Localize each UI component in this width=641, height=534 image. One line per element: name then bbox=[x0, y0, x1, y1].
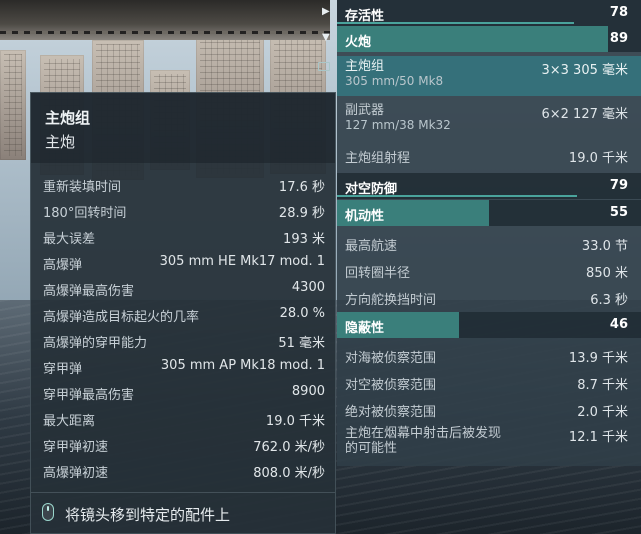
section-label: 机动性 bbox=[345, 209, 385, 224]
row-value: 4300 bbox=[291, 280, 325, 295]
row-value: 12.1 千米 bbox=[568, 430, 628, 445]
row-value: 2.0 千米 bbox=[577, 405, 628, 420]
row-label: 回转圈半径 bbox=[345, 266, 411, 281]
section-aa-defense[interactable]: 对空防御 79 bbox=[337, 173, 641, 199]
chevron-down-icon[interactable]: ▼ bbox=[322, 32, 330, 43]
row-label: 高爆弹初速 bbox=[43, 466, 109, 481]
row-label: 180°回转时间 bbox=[43, 206, 127, 221]
section-value: 55 bbox=[609, 205, 628, 220]
row-value: 193 米 bbox=[283, 232, 325, 247]
row-label: 高爆弹的穿甲能力 bbox=[43, 336, 148, 351]
tooltip-row-traverse: 180°回转时间 28.9 秒 bbox=[43, 197, 325, 223]
tooltip-row-he-velocity: 高爆弹初速 808.0 米/秒 bbox=[43, 457, 325, 483]
section-maneuverability[interactable]: 机动性 55 bbox=[337, 200, 641, 226]
row-value: 6.3 秒 bbox=[590, 293, 628, 308]
row-value: 305 mm AP Mk18 mod. 1 bbox=[160, 358, 325, 373]
sea-detection-row: 对海被侦察范围 13.9 千米 bbox=[337, 342, 641, 368]
row-label: 穿甲弹初速 bbox=[43, 440, 109, 455]
row-value: 19.0 千米 bbox=[568, 151, 628, 166]
turning-circle-row: 回转圈半径 850 米 bbox=[337, 257, 641, 283]
row-value: 51 毫米 bbox=[278, 336, 325, 351]
row-label: 穿甲弹 bbox=[43, 362, 83, 377]
row-label: 绝对被侦察范围 bbox=[345, 405, 437, 420]
row-label: 最大误差 bbox=[43, 232, 96, 247]
row-label: 最大距离 bbox=[43, 414, 96, 429]
building bbox=[0, 50, 26, 160]
section-concealment[interactable]: 隐蔽性 46 bbox=[337, 312, 641, 338]
row-value: 28.0 % bbox=[279, 306, 325, 321]
row-label: 主炮组射程 bbox=[345, 151, 411, 166]
row-value: 13.9 千米 bbox=[568, 351, 628, 366]
row-label: 主炮在烟幕中射击后被发现 的可能性 bbox=[345, 426, 502, 456]
tooltip-row-he-shell: 高爆弹 305 mm HE Mk17 mod. 1 bbox=[43, 249, 325, 275]
section-value: 78 bbox=[609, 5, 628, 20]
tooltip-row-reload: 重新装填时间 17.6 秒 bbox=[43, 171, 325, 197]
tooltip-row-he-penetration: 高爆弹的穿甲能力 51 毫米 bbox=[43, 327, 325, 353]
secondary-label: 副武器 127 mm/38 Mk32 bbox=[345, 103, 451, 132]
secondary-battery-row[interactable]: 副武器 127 mm/38 Mk32 6×2 127 毫米 bbox=[337, 100, 641, 140]
row-label: 高爆弹造成目标起火的几率 bbox=[43, 310, 200, 325]
tooltip-footer: 将镜头移到特定的配件上 bbox=[31, 492, 335, 533]
row-value: 28.9 秒 bbox=[278, 206, 325, 221]
section-survivability[interactable]: 存活性 78 bbox=[337, 0, 641, 26]
section-label: 存活性 bbox=[345, 9, 385, 24]
tooltip-row-fire-chance: 高爆弹造成目标起火的几率 28.0 % bbox=[43, 301, 325, 327]
section-label: 对空防御 bbox=[345, 182, 398, 197]
row-label: 对空被侦察范围 bbox=[345, 378, 437, 393]
row-value: 33.0 节 bbox=[581, 239, 628, 254]
row-label: 重新装填时间 bbox=[43, 180, 122, 195]
main-battery-range-row: 主炮组射程 19.0 千米 bbox=[337, 142, 641, 168]
row-value: 850 米 bbox=[586, 266, 628, 281]
tooltip-subtitle: 主炮 bbox=[45, 133, 76, 151]
section-artillery[interactable]: 火炮 89 bbox=[337, 26, 641, 52]
camera-icon[interactable] bbox=[318, 62, 330, 71]
section-value: 46 bbox=[609, 317, 628, 332]
main-battery-row[interactable]: 主炮组 305 mm/50 Mk8 3×3 305 毫米 bbox=[337, 56, 641, 96]
row-label: 高爆弹最高伤害 bbox=[43, 284, 135, 299]
tooltip-row-ap-damage: 穿甲弹最高伤害 8900 bbox=[43, 379, 325, 405]
module-tooltip: 主炮组 主炮 重新装填时间 17.6 秒 180°回转时间 28.9 秒 最大误… bbox=[30, 92, 336, 534]
smoke-firing-detection-row: 主炮在烟幕中射击后被发现 的可能性 12.1 千米 bbox=[337, 423, 641, 463]
tooltip-row-he-damage: 高爆弹最高伤害 4300 bbox=[43, 275, 325, 301]
tooltip-header: 主炮组 主炮 bbox=[31, 93, 335, 163]
mouse-icon bbox=[42, 503, 54, 521]
main-battery-label: 主炮组 305 mm/50 Mk8 bbox=[345, 59, 444, 88]
row-label: 方向舵换挡时间 bbox=[345, 293, 437, 308]
absolute-detection-row: 绝对被侦察范围 2.0 千米 bbox=[337, 396, 641, 422]
main-battery-value: 3×3 305 毫米 bbox=[541, 63, 628, 78]
row-value: 305 mm HE Mk17 mod. 1 bbox=[159, 254, 325, 269]
tooltip-title: 主炮组 bbox=[45, 109, 91, 127]
air-detection-row: 对空被侦察范围 8.7 千米 bbox=[337, 369, 641, 395]
row-label: 对海被侦察范围 bbox=[345, 351, 437, 366]
row-value: 808.0 米/秒 bbox=[253, 466, 325, 481]
bridge bbox=[0, 0, 330, 40]
secondary-value: 6×2 127 毫米 bbox=[541, 107, 628, 122]
rudder-shift-row: 方向舵换挡时间 6.3 秒 bbox=[337, 284, 641, 310]
row-value: 762.0 米/秒 bbox=[253, 440, 325, 455]
section-value: 79 bbox=[609, 178, 628, 193]
footer-hint: 将镜头移到特定的配件上 bbox=[65, 506, 231, 524]
tooltip-row-ap-velocity: 穿甲弹初速 762.0 米/秒 bbox=[43, 431, 325, 457]
tooltip-row-ap-shell: 穿甲弹 305 mm AP Mk18 mod. 1 bbox=[43, 353, 325, 379]
section-value: 89 bbox=[609, 31, 628, 46]
row-value: 8900 bbox=[291, 384, 325, 399]
artillery-bar bbox=[337, 26, 608, 52]
section-label: 隐蔽性 bbox=[345, 321, 385, 336]
row-value: 19.0 千米 bbox=[265, 414, 325, 429]
max-speed-row: 最高航速 33.0 节 bbox=[337, 230, 641, 256]
row-label: 最高航速 bbox=[345, 239, 398, 254]
tooltip-row-dispersion: 最大误差 193 米 bbox=[43, 223, 325, 249]
row-label: 高爆弹 bbox=[43, 258, 83, 273]
tooltip-row-max-range: 最大距离 19.0 千米 bbox=[43, 405, 325, 431]
ship-stats-panel: 存活性 78 火炮 89 主炮组 305 mm/50 Mk8 3×3 305 毫… bbox=[337, 0, 641, 466]
row-label: 穿甲弹最高伤害 bbox=[43, 388, 135, 403]
row-value: 17.6 秒 bbox=[278, 180, 325, 195]
chevron-right-icon[interactable]: ▶ bbox=[322, 6, 330, 17]
row-value: 8.7 千米 bbox=[577, 378, 628, 393]
section-label: 火炮 bbox=[345, 35, 372, 50]
